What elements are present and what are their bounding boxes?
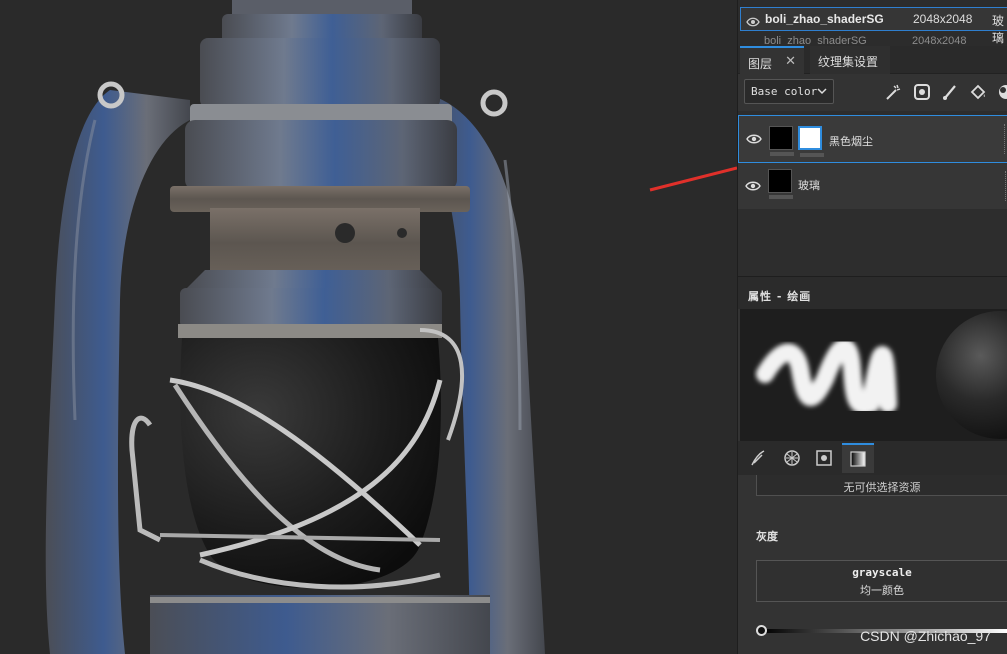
app-window: boli_zhao_shaderSG 2048x2048 玻璃 boli_zha… <box>0 0 1007 654</box>
right-panel: boli_zhao_shaderSG 2048x2048 玻璃 boli_zha… <box>737 0 1007 654</box>
resource-select-button[interactable]: 无可供选择资源 <box>756 475 1007 496</box>
gradient-icon <box>850 451 866 467</box>
eye-icon[interactable] <box>746 130 762 149</box>
layer-item[interactable]: 黑色烟尘 <box>738 115 1007 163</box>
layer-grip[interactable] <box>1005 171 1006 201</box>
add-fill-layer-icon[interactable] <box>913 83 931 101</box>
texture-set-name: boli_zhao_shaderSG <box>765 12 884 26</box>
brush-settings-icon[interactable] <box>742 443 774 473</box>
texture-set-resolution: 2048x2048 <box>913 12 973 26</box>
fill-bucket-icon[interactable] <box>969 83 987 101</box>
layer-name: 黑色烟尘 <box>829 135 873 148</box>
layer-name: 玻璃 <box>798 179 820 192</box>
brush-preview <box>740 309 1007 441</box>
layer-thumbnail[interactable] <box>769 126 794 156</box>
stencil-icon[interactable] <box>808 443 840 473</box>
close-icon[interactable]: ✕ <box>785 54 796 69</box>
chevron-down-icon <box>817 88 827 95</box>
properties-header: 属性 - 绘画 <box>738 276 1007 309</box>
tab-texture-set-settings[interactable]: 纹理集设置 <box>810 46 890 74</box>
material-tab[interactable] <box>842 443 874 473</box>
pattern-icon[interactable] <box>776 443 808 473</box>
layer-toolbar: Base color <box>738 75 1007 111</box>
layer-thumbnail[interactable] <box>768 169 793 199</box>
brush-stroke-preview <box>756 311 1007 439</box>
grayscale-source-picker[interactable]: grayscale 均一颜色 <box>756 560 1007 602</box>
layer-item[interactable]: 玻璃 <box>738 163 1007 209</box>
texture-set-resolution-partial: 2048x2048 <box>912 35 967 44</box>
brush-icon[interactable] <box>941 83 959 101</box>
slider-handle[interactable] <box>756 625 767 636</box>
watermark: CSDN @Zhichao_97 <box>860 628 991 644</box>
lantern-model <box>45 0 545 654</box>
layer-mask-thumbnail[interactable] <box>798 126 824 157</box>
smart-material-icon[interactable] <box>996 83 1007 101</box>
magic-wand-icon[interactable] <box>884 83 902 101</box>
tab-layers[interactable]: 图层 ✕ <box>740 46 804 74</box>
grayscale-section-title: 灰度 <box>756 530 778 543</box>
tab-layers-label: 图层 <box>748 57 773 71</box>
grayscale-source-type: 均一颜色 <box>860 584 904 597</box>
channel-dropdown[interactable]: Base color <box>744 79 834 104</box>
eye-icon[interactable] <box>745 177 761 196</box>
texture-set-list: boli_zhao_shaderSG 2048x2048 玻璃 boli_zha… <box>738 0 1007 46</box>
texture-set-name-partial: boli_zhao_shaderSG <box>764 35 867 44</box>
texture-set-row-partial[interactable]: boli_zhao_shaderSG 2048x2048 <box>740 34 1007 44</box>
layer-grip[interactable] <box>1004 124 1005 154</box>
viewport-3d[interactable] <box>0 0 737 654</box>
channel-dropdown-value: Base color <box>751 85 818 98</box>
property-tabs <box>738 441 1007 475</box>
tab-texture-set-settings-label: 纹理集设置 <box>818 55 879 69</box>
eye-icon[interactable] <box>746 13 760 32</box>
texture-set-row-selected[interactable]: boli_zhao_shaderSG 2048x2048 玻璃 <box>740 7 1007 45</box>
layer-stack: 黑色烟尘 玻璃 <box>738 111 1007 276</box>
panel-tabs: 图层 ✕ 纹理集设置 <box>738 46 1007 74</box>
grayscale-source-name: grayscale <box>852 566 912 579</box>
